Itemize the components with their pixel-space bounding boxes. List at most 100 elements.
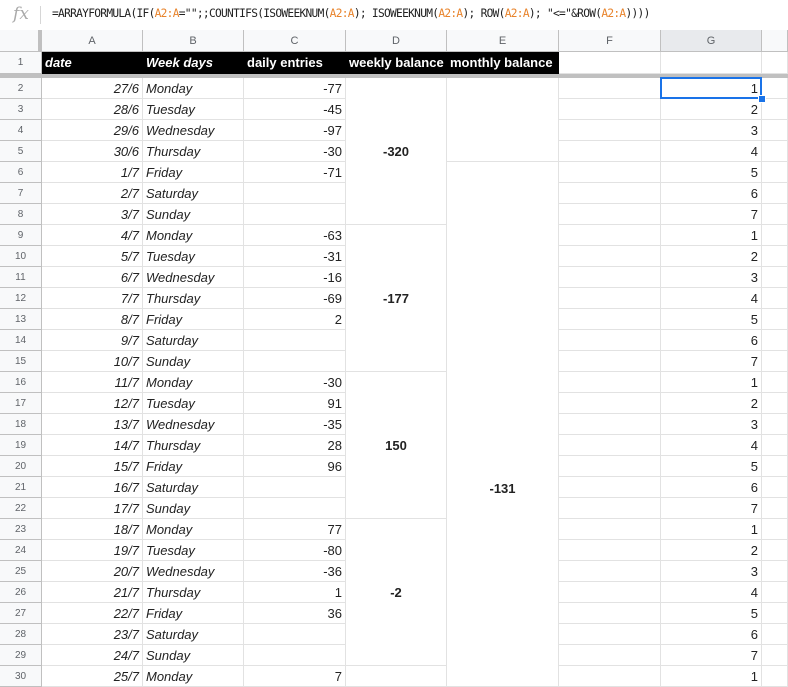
daily-entry-cell[interactable]: -30 <box>244 372 346 393</box>
weekday-cell[interactable]: Saturday <box>143 330 244 351</box>
date-cell[interactable]: 6/7 <box>42 267 143 288</box>
row-header[interactable]: 22 <box>0 498 42 519</box>
daily-entry-cell[interactable]: 36 <box>244 603 346 624</box>
date-cell[interactable]: 2/7 <box>42 183 143 204</box>
date-cell[interactable]: 8/7 <box>42 309 143 330</box>
date-cell[interactable]: 18/7 <box>42 519 143 540</box>
cell-h[interactable] <box>762 477 788 498</box>
weekday-cell[interactable]: Saturday <box>143 477 244 498</box>
cell-h1[interactable] <box>762 52 788 74</box>
date-cell[interactable]: 1/7 <box>42 162 143 183</box>
cell-h[interactable] <box>762 267 788 288</box>
cell-h[interactable] <box>762 351 788 372</box>
daily-entry-cell[interactable]: 28 <box>244 435 346 456</box>
cell-h[interactable] <box>762 624 788 645</box>
row-header[interactable]: 30 <box>0 666 42 687</box>
date-cell[interactable]: 29/6 <box>42 120 143 141</box>
date-cell[interactable]: 11/7 <box>42 372 143 393</box>
cell-g1[interactable] <box>661 52 762 74</box>
date-cell[interactable]: 16/7 <box>42 477 143 498</box>
daily-entry-cell[interactable]: 1 <box>244 582 346 603</box>
date-cell[interactable]: 15/7 <box>42 456 143 477</box>
daily-entry-cell[interactable]: -35 <box>244 414 346 435</box>
weekday-cell[interactable]: Friday <box>143 603 244 624</box>
daily-entry-cell[interactable]: -31 <box>244 246 346 267</box>
date-cell[interactable]: 28/6 <box>42 99 143 120</box>
weekday-cell[interactable]: Tuesday <box>143 393 244 414</box>
row-header[interactable]: 27 <box>0 603 42 624</box>
week-row-index-cell[interactable]: 2 <box>661 99 762 120</box>
date-cell[interactable]: 17/7 <box>42 498 143 519</box>
cell-f[interactable] <box>559 603 661 624</box>
week-row-index-cell[interactable]: 4 <box>661 582 762 603</box>
row-header[interactable]: 13 <box>0 309 42 330</box>
cell-f[interactable] <box>559 78 661 99</box>
weekday-cell[interactable]: Wednesday <box>143 561 244 582</box>
header-weekly-balance[interactable]: weekly balance <box>346 52 447 74</box>
daily-entry-cell[interactable]: 77 <box>244 519 346 540</box>
daily-entry-cell[interactable] <box>244 645 346 666</box>
date-cell[interactable]: 22/7 <box>42 603 143 624</box>
row-header[interactable]: 1 <box>0 52 42 74</box>
weekday-cell[interactable]: Tuesday <box>143 540 244 561</box>
date-cell[interactable]: 19/7 <box>42 540 143 561</box>
week-row-index-cell[interactable]: 5 <box>661 603 762 624</box>
daily-entry-cell[interactable]: -97 <box>244 120 346 141</box>
weekday-cell[interactable]: Thursday <box>143 435 244 456</box>
cell-f[interactable] <box>559 309 661 330</box>
column-header-c[interactable]: C <box>244 30 346 52</box>
cell-f[interactable] <box>559 477 661 498</box>
cell-h[interactable] <box>762 519 788 540</box>
cell-f[interactable] <box>559 393 661 414</box>
week-row-index-cell[interactable]: 1 <box>661 519 762 540</box>
formula-input[interactable]: =ARRAYFORMULA(IF(A2:A="";;COUNTIFS(ISOWE… <box>52 7 650 20</box>
row-header[interactable]: 7 <box>0 183 42 204</box>
row-header[interactable]: 28 <box>0 624 42 645</box>
cell-h[interactable] <box>762 183 788 204</box>
row-header[interactable]: 6 <box>0 162 42 183</box>
daily-entry-cell[interactable]: -45 <box>244 99 346 120</box>
weekday-cell[interactable]: Thursday <box>143 288 244 309</box>
date-cell[interactable]: 23/7 <box>42 624 143 645</box>
row-header[interactable]: 20 <box>0 456 42 477</box>
date-cell[interactable]: 25/7 <box>42 666 143 687</box>
column-header-b[interactable]: B <box>143 30 244 52</box>
weekday-cell[interactable]: Wednesday <box>143 414 244 435</box>
weekday-cell[interactable]: Sunday <box>143 498 244 519</box>
monthly-balance-cell[interactable] <box>447 78 559 162</box>
week-row-index-cell[interactable]: 2 <box>661 246 762 267</box>
date-cell[interactable]: 4/7 <box>42 225 143 246</box>
cell-f[interactable] <box>559 120 661 141</box>
daily-entry-cell[interactable]: 96 <box>244 456 346 477</box>
cell-h[interactable] <box>762 561 788 582</box>
cell-f[interactable] <box>559 246 661 267</box>
week-row-index-cell[interactable]: 6 <box>661 183 762 204</box>
row-header[interactable]: 9 <box>0 225 42 246</box>
date-cell[interactable]: 21/7 <box>42 582 143 603</box>
week-row-index-cell[interactable]: 5 <box>661 162 762 183</box>
weekday-cell[interactable]: Monday <box>143 519 244 540</box>
weekly-balance-cell[interactable]: 150 <box>346 372 447 519</box>
date-cell[interactable]: 30/6 <box>42 141 143 162</box>
week-row-index-cell[interactable]: 2 <box>661 540 762 561</box>
header-week-days[interactable]: Week days <box>143 52 244 74</box>
cell-f[interactable] <box>559 141 661 162</box>
weekday-cell[interactable]: Thursday <box>143 582 244 603</box>
cell-h[interactable] <box>762 330 788 351</box>
daily-entry-cell[interactable]: 91 <box>244 393 346 414</box>
row-header[interactable]: 14 <box>0 330 42 351</box>
date-cell[interactable]: 7/7 <box>42 288 143 309</box>
weekly-balance-cell[interactable]: -177 <box>346 225 447 372</box>
cell-f[interactable] <box>559 435 661 456</box>
row-header[interactable]: 18 <box>0 414 42 435</box>
cell-h[interactable] <box>762 582 788 603</box>
row-header[interactable]: 15 <box>0 351 42 372</box>
weekday-cell[interactable]: Monday <box>143 666 244 687</box>
row-header[interactable]: 23 <box>0 519 42 540</box>
daily-entry-cell[interactable]: -71 <box>244 162 346 183</box>
date-cell[interactable]: 3/7 <box>42 204 143 225</box>
weekday-cell[interactable]: Friday <box>143 309 244 330</box>
date-cell[interactable]: 24/7 <box>42 645 143 666</box>
cell-f[interactable] <box>559 267 661 288</box>
week-row-index-cell[interactable]: 7 <box>661 498 762 519</box>
